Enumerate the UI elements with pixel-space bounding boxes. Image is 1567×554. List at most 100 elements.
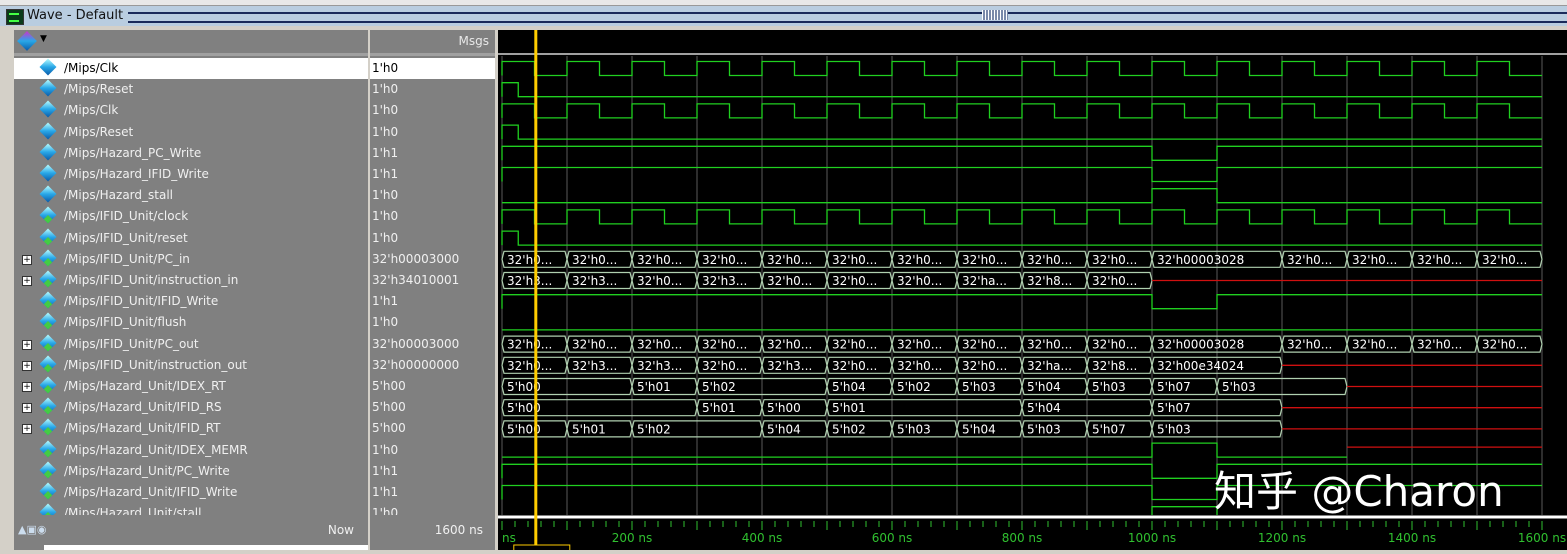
bus-value-label: 32'ha...: [962, 274, 1007, 288]
cursor-tools-icon[interactable]: ▲▣◉: [18, 523, 46, 536]
chevron-down-icon[interactable]: ▼: [40, 34, 47, 44]
signal-row[interactable]: + /Mips/IFID_Unit/PC_in: [14, 249, 368, 270]
signal-value-row[interactable]: 5'h00: [370, 376, 495, 397]
signal-icon: [39, 100, 57, 118]
bus-value-label: 32'h0...: [702, 253, 747, 267]
waveform-pane[interactable]: 32'h0... 32'h0... 32'h0... 32'h0... 32'h0...…: [498, 30, 1567, 515]
signal-row[interactable]: + /Mips/Hazard_Unit/IFID_RT: [14, 418, 368, 439]
expand-icon[interactable]: +: [22, 276, 32, 286]
signal-row[interactable]: /Mips/IFID_Unit/reset: [14, 228, 368, 249]
bus-value-label: 32'h0...: [507, 338, 552, 352]
signal-row[interactable]: /Mips/Hazard_stall: [14, 185, 368, 206]
signal-value-row[interactable]: 1'h1: [370, 461, 495, 482]
signal-row[interactable]: + /Mips/IFID_Unit/instruction_in: [14, 270, 368, 291]
signal-value-row[interactable]: 32'h00003000: [370, 249, 495, 270]
signal-icon: [39, 185, 57, 203]
signal-value: 1'h0: [372, 209, 399, 224]
signal-row[interactable]: /Mips/Hazard_IFID_Write: [14, 164, 368, 185]
signal-value-row[interactable]: 1'h0: [370, 206, 495, 227]
bus-value-label: 5'h01: [637, 380, 671, 394]
signal-row[interactable]: /Mips/Hazard_PC_Write: [14, 143, 368, 164]
bus-value-label: 32'h0...: [897, 274, 942, 288]
expand-icon[interactable]: +: [22, 424, 32, 435]
signal-value-row[interactable]: 1'h1: [370, 291, 495, 312]
bus-value-label: 32'h0...: [832, 359, 877, 373]
bus-value-label: 32'h0...: [702, 338, 747, 352]
bus-value-label: 32'h0...: [1092, 338, 1137, 352]
signal-row[interactable]: /Mips/Reset: [14, 79, 368, 100]
signal-value: 1'h0: [372, 103, 399, 118]
signal-value-row[interactable]: 1'h0: [370, 312, 495, 333]
bus-value-label: 32'h0...: [1092, 253, 1137, 267]
bus-value-label: 32'h0...: [962, 338, 1007, 352]
expand-icon[interactable]: +: [22, 339, 32, 350]
bus-value-label: 32'h0...: [507, 253, 552, 267]
signal-icon: [39, 461, 57, 479]
signal-value-row[interactable]: 1'h1: [370, 143, 495, 164]
signal-value-row[interactable]: 1'h0: [370, 79, 495, 100]
signal-value-row[interactable]: 1'h1: [370, 164, 495, 185]
signal-value-row[interactable]: 1'h0: [370, 440, 495, 461]
signal-row[interactable]: /Mips/IFID_Unit/IFID_Write: [14, 291, 368, 312]
bus-value-label: 32'h0...: [1482, 253, 1527, 267]
signal-name: /Mips/Hazard_Unit/IFID_Write: [64, 485, 238, 499]
bus-value-label: 32'h0...: [962, 359, 1007, 373]
waveform-canvas[interactable]: 32'h0... 32'h0... 32'h0... 32'h0... 32'h0...…: [498, 30, 1567, 515]
signal-row[interactable]: + /Mips/IFID_Unit/PC_out: [14, 334, 368, 355]
signal-row[interactable]: /Mips/Reset: [14, 122, 368, 143]
signal-value-row[interactable]: 1'h0: [370, 100, 495, 121]
signal-icon: [39, 143, 57, 161]
signal-row[interactable]: + /Mips/IFID_Unit/instruction_out: [14, 355, 368, 376]
signal-value-row[interactable]: 32'h00000000: [370, 355, 495, 376]
signal-value: 32'h34010001: [372, 273, 460, 287]
signal-value: 1'h1: [372, 485, 399, 499]
signal-name: /Mips/IFID_Unit/IFID_Write: [64, 294, 219, 309]
signal-value-row[interactable]: 5'h00: [370, 418, 495, 439]
signal-name: /Mips/Clk: [64, 103, 119, 118]
signal-value-row[interactable]: 1'h0: [370, 122, 495, 143]
timeline-canvas[interactable]: ns 200 ns 400 ns 600 ns 800 ns 1000 ns 1200 ns…: [498, 515, 1567, 552]
signal-row[interactable]: + /Mips/Hazard_Unit/IFID_RS: [14, 397, 368, 418]
cursor-row: [44, 545, 368, 550]
signal-value: 1'h0: [372, 442, 399, 457]
title-bar[interactable]: Wave - Default: [0, 6, 1567, 26]
timeline-ruler[interactable]: ns 200 ns 400 ns 600 ns 800 ns 1000 ns 1200 ns…: [498, 515, 1567, 552]
names-header: ▼: [14, 30, 368, 56]
signal-value-row[interactable]: 32'h34010001: [370, 270, 495, 291]
bus-value-label: 5'h03: [1092, 380, 1126, 394]
signal-value-row[interactable]: 1'h1: [370, 482, 495, 503]
signal-value-row[interactable]: 32'h00003000: [370, 334, 495, 355]
signal-value-row[interactable]: 1'h0: [370, 58, 495, 79]
bus-value-label: 32'h0...: [572, 338, 617, 352]
signal-group-icon[interactable]: [17, 31, 37, 51]
signal-name: /Mips/Hazard_stall: [64, 188, 173, 203]
signal-icon: [39, 79, 57, 97]
now-value: 1600 ns: [434, 523, 483, 537]
signal-value-row[interactable]: 5'h00: [370, 397, 495, 418]
signal-icon: [39, 58, 57, 76]
time-label: 1200 ns: [1258, 531, 1306, 545]
signal-row[interactable]: /Mips/Hazard_Unit/PC_Write: [14, 461, 368, 482]
expand-icon[interactable]: +: [22, 382, 32, 392]
signal-row[interactable]: + /Mips/Hazard_Unit/IDEX_RT: [14, 376, 368, 397]
expand-icon[interactable]: +: [22, 360, 32, 371]
signal-value: 32'h00003000: [372, 251, 460, 266]
bus-value-label: 32'h0...: [767, 338, 812, 352]
expand-icon[interactable]: +: [22, 254, 32, 265]
bus-value-label: 32'h0...: [1417, 253, 1462, 267]
expand-icon[interactable]: +: [22, 403, 32, 414]
signal-row[interactable]: /Mips/Clk: [14, 100, 368, 121]
signal-value: 5'h00: [372, 400, 406, 415]
signal-row[interactable]: /Mips/IFID_Unit/clock: [14, 206, 368, 227]
signal-value-row[interactable]: 1'h0: [370, 185, 495, 206]
signal-value-row[interactable]: 1'h0: [370, 228, 495, 249]
signal-row[interactable]: /Mips/Clk: [14, 58, 368, 79]
title-bar-grip[interactable]: [982, 10, 1008, 20]
bus-value-label: 32'h0...: [702, 359, 747, 373]
bus-value-label: 5'h03: [1222, 380, 1256, 394]
signal-row[interactable]: /Mips/Hazard_Unit/IFID_Write: [14, 482, 368, 503]
signal-row[interactable]: /Mips/Hazard_Unit/IDEX_MEMR: [14, 440, 368, 461]
signal-row[interactable]: /Mips/IFID_Unit/flush: [14, 312, 368, 333]
signal-icon: [39, 291, 57, 309]
title-bar-lines: [128, 12, 1567, 23]
